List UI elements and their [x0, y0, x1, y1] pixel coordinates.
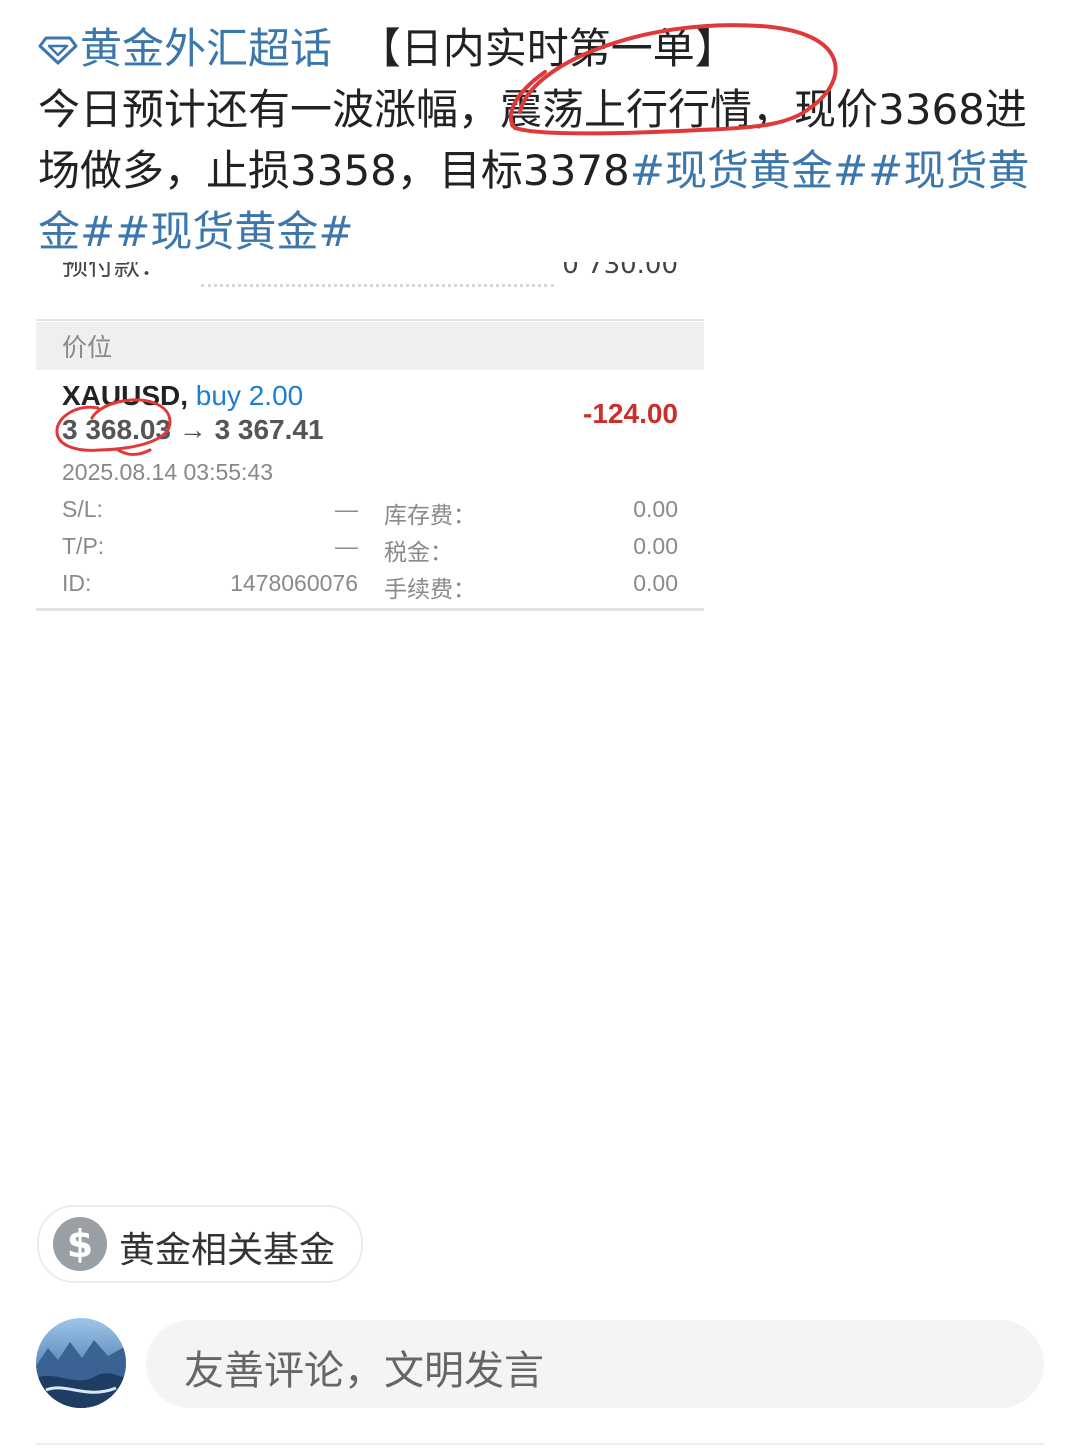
tp-value: — — [335, 533, 358, 559]
position-side: buy 2.00 — [195, 380, 304, 411]
margin-value: 0 730.00 — [562, 262, 678, 280]
diamond-icon — [38, 36, 78, 65]
commission-value: 0.00 — [633, 570, 678, 596]
avatar-landscape-image — [36, 1318, 126, 1408]
divider — [36, 319, 704, 321]
id-label: ID: — [62, 570, 92, 596]
swap-label: 库存费： — [384, 502, 476, 528]
tp-label: T/P: — [62, 533, 105, 559]
detail-row: ID: 1478060076 手续费： 0.00 — [36, 570, 704, 606]
position-profit: -124.00 — [583, 398, 678, 429]
detail-row: S/L: — 库存费： 0.00 — [36, 496, 704, 532]
position-prices: 3 368.03 → 3 367.41 — [62, 414, 324, 446]
divider — [36, 608, 704, 611]
post-text: 黄金外汇超话 【日内实时第一单】 今日预计还有一波涨幅，震荡上行行情，现价3368… — [38, 18, 1048, 262]
post-title: 【日内实时第一单】 — [358, 24, 737, 73]
sl-value: — — [335, 496, 358, 522]
cut-off-row: 预付款： 0 730.00 — [36, 262, 704, 296]
open-time: 2025.08.14 03:55:43 — [62, 459, 274, 485]
topic-link[interactable]: 黄金外汇超话 — [80, 24, 332, 73]
open-price: 3 368.03 — [62, 414, 171, 445]
position-symbol: XAUUSD, buy 2.00 — [62, 380, 303, 412]
id-value: 1478060076 — [230, 570, 358, 596]
dotted-leader — [201, 284, 554, 287]
section-header: 价位 — [36, 322, 704, 370]
related-fund-chip[interactable]: $ 黄金相关基金 — [37, 1205, 363, 1283]
comment-placeholder: 友善评论，文明发言 — [184, 1348, 544, 1394]
margin-label: 预付款： — [62, 262, 167, 282]
arrow-right-icon: → — [178, 414, 207, 445]
commission-label: 手续费： — [384, 576, 476, 602]
sl-label: S/L: — [62, 496, 103, 522]
section-header-label: 价位 — [62, 333, 113, 362]
detail-row: T/P: — 税金： 0.00 — [36, 533, 704, 569]
tax-value: 0.00 — [633, 533, 678, 559]
current-price: 3 367.41 — [214, 414, 324, 445]
avatar[interactable] — [36, 1318, 126, 1408]
swap-value: 0.00 — [633, 496, 678, 522]
dollar-icon: $ — [53, 1217, 107, 1271]
comment-input[interactable]: 友善评论，文明发言 — [146, 1320, 1044, 1408]
trade-screenshot[interactable]: 预付款： 0 730.00 价位 XAUUSD, buy 2.00 3 368.… — [36, 262, 704, 612]
divider — [36, 1443, 1044, 1445]
fund-chip-label: 黄金相关基金 — [119, 1230, 336, 1271]
symbol-name: XAUUSD, — [62, 380, 189, 411]
tax-label: 税金： — [384, 539, 453, 565]
